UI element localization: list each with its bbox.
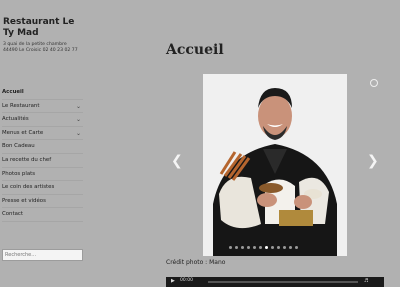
menu-item-label: Photos plats xyxy=(2,170,36,177)
pager-dot[interactable] xyxy=(289,246,292,249)
menu-item-label: Accueil xyxy=(2,89,24,95)
pager-dot[interactable] xyxy=(241,246,244,249)
menu-item-coin-des-artistes[interactable]: Le coin des artistes xyxy=(2,181,83,195)
volume-icon[interactable]: ♬ xyxy=(364,278,368,284)
menu-item-contact[interactable]: Contact xyxy=(2,208,83,222)
menu-item-label: Menus et Carte xyxy=(2,129,44,136)
menu-item-menus-et-carte[interactable]: Menus et Carte ⌄ xyxy=(2,127,83,141)
menu-item-label: Actualités xyxy=(2,116,29,123)
pager-dot[interactable] xyxy=(277,246,280,249)
menu-item-accueil[interactable]: Accueil xyxy=(2,86,83,100)
menu-item-label: Le coin des artistes xyxy=(2,184,55,191)
pager-dot[interactable] xyxy=(253,246,256,249)
chevron-down-icon[interactable]: ⌄ xyxy=(76,100,81,114)
play-icon[interactable]: ▶ xyxy=(171,278,175,284)
site-address: 3 quai de la petite chambre 44490 Le Cro… xyxy=(3,42,88,54)
address-line-2: 44490 Le Croisic 02 40 23 02 77 xyxy=(3,48,78,54)
chevron-down-icon[interactable]: ⌄ xyxy=(76,127,81,141)
slideshow-image[interactable] xyxy=(203,74,347,256)
main-menu: Accueil Le Restaurant ⌄ Actualités ⌄ Menus… xyxy=(2,86,83,222)
menu-item-recette-du-chef[interactable]: La recette du chef xyxy=(2,154,83,168)
menu-item-label: Presse et vidéos xyxy=(2,197,46,204)
menu-item-label: Le Restaurant xyxy=(2,102,40,109)
menu-item-le-restaurant[interactable]: Le Restaurant ⌄ xyxy=(2,100,83,114)
audio-player: ▶ 00:00 ♬ xyxy=(166,277,384,287)
progress-track[interactable] xyxy=(208,281,358,283)
search-input[interactable] xyxy=(2,249,83,261)
menu-item-photos-plats[interactable]: Photos plats xyxy=(2,168,83,182)
menu-item-label: La recette du chef xyxy=(2,156,52,163)
chevron-down-icon[interactable]: ⌄ xyxy=(76,113,81,127)
menu-item-actualites[interactable]: Actualités ⌄ xyxy=(2,113,83,127)
pager-dot-active[interactable] xyxy=(265,246,268,249)
pager-dot[interactable] xyxy=(283,246,286,249)
photo-credit: Crédit photo : Mano xyxy=(166,259,226,266)
menu-item-label: Contact xyxy=(2,211,23,218)
pager-dot[interactable] xyxy=(235,246,238,249)
page-title: Accueil xyxy=(166,42,224,58)
chevron-right-icon[interactable]: ❯ xyxy=(367,154,379,168)
pager-dot[interactable] xyxy=(295,246,298,249)
pager-dot[interactable] xyxy=(259,246,262,249)
pager-dot[interactable] xyxy=(229,246,232,249)
menu-item-bon-cadeau[interactable]: Bon Cadeau xyxy=(2,140,83,154)
menu-item-label: Bon Cadeau xyxy=(2,143,35,150)
site-title[interactable]: Restaurant Le Ty Mad xyxy=(3,17,88,39)
menu-item-presse-et-videos[interactable]: Presse et vidéos xyxy=(2,195,83,209)
pager-dot[interactable] xyxy=(271,246,274,249)
chef-photo xyxy=(203,74,347,256)
player-time: 00:00 xyxy=(180,278,193,283)
chevron-left-icon[interactable]: ❮ xyxy=(171,154,183,168)
pager-dot[interactable] xyxy=(247,246,250,249)
pause-icon[interactable] xyxy=(370,79,378,87)
slideshow-pager xyxy=(229,246,329,250)
